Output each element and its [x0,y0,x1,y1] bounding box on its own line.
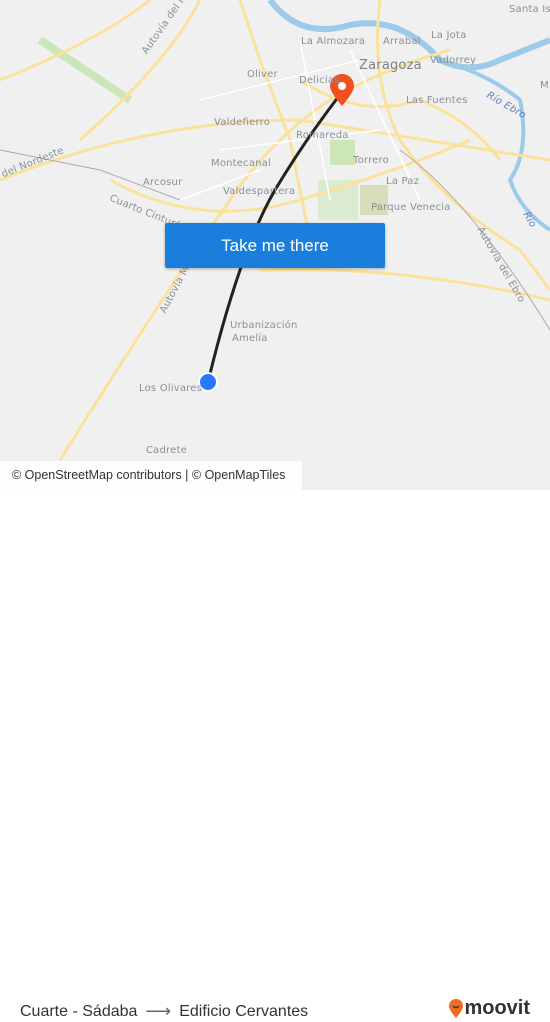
footer: Cuarte - Sádaba ⟶ Edificio Cervantes moo… [0,490,550,1021]
place-label: Arcosur [143,177,183,188]
place-label: Valdespartera [223,186,296,197]
place-label: Montecanal [211,158,272,169]
place-label: Torrero [353,155,389,166]
place-label: La Jota [431,30,467,41]
place-label: Delicias [299,75,340,86]
place-label: Urbanización [230,320,298,331]
moovit-logo: moovit [448,997,530,1020]
place-label: Valdefierro [214,117,271,128]
place-label: Parque Venecia [371,202,451,213]
place-label: La Paz [386,176,420,187]
place-label: Los Olivares [139,383,203,394]
take-me-there-button[interactable]: Take me there [165,223,385,268]
place-label: La Almozara [301,36,366,47]
moovit-pin-icon [449,998,464,1018]
place-label: Oliver [247,69,278,80]
place-label: Cadrete [146,445,187,456]
place-label: Vadorrey [430,55,477,66]
map-attribution[interactable]: © OpenStreetMap contributors | © OpenMap… [0,461,302,490]
place-label: Arrabal [383,36,421,47]
place-label: Santa Is [509,4,550,15]
route-summary: Cuarte - Sádaba ⟶ Edificio Cervantes [20,1001,308,1022]
place-label: M [540,80,549,91]
destination-name: Edificio Cervantes [179,1002,309,1020]
arrow-right-icon: ⟶ [145,1001,172,1021]
place-label: Romareda [296,130,349,141]
place-label: Las Fuentes [406,95,468,106]
city-label: Zaragoza [359,58,422,73]
origin-name: Cuarte - Sádaba [20,1002,138,1020]
place-label: Amelia [232,333,268,344]
